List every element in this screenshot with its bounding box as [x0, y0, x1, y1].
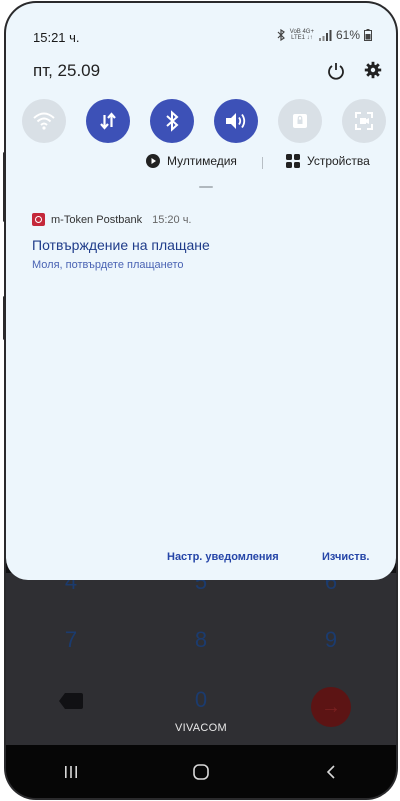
bluetooth-status-icon	[277, 29, 285, 41]
home-button[interactable]	[171, 752, 231, 792]
wifi-icon	[33, 112, 55, 130]
postbank-app-icon	[32, 213, 45, 226]
phone-frame: 4 5 6 7 8 9 0 → VIVACOM 15:21 ч. VoB 4G+…	[6, 3, 396, 798]
bluetooth-icon	[166, 110, 179, 132]
dial-key-7[interactable]: 7	[41, 627, 101, 653]
status-icons: VoB 4G+ LTE1 ↓↑ 61%	[276, 28, 372, 42]
dial-key-9[interactable]: 9	[301, 627, 361, 653]
backspace-button[interactable]	[41, 687, 101, 727]
devices-grid-icon	[286, 154, 300, 168]
wifi-toggle[interactable]	[22, 99, 66, 143]
dial-key-0[interactable]: 0	[171, 687, 231, 727]
notification-item[interactable]: m-Token Postbank 15:20 ч. Потвърждение н…	[32, 213, 372, 271]
divider	[262, 157, 263, 169]
carrier-label: VIVACOM	[174, 722, 227, 734]
home-icon	[193, 763, 209, 780]
clear-all-button[interactable]: Изчиств.	[322, 551, 369, 563]
quick-settings-row	[22, 99, 386, 143]
media-button[interactable]: Мултимедия	[146, 154, 237, 168]
speaker-icon	[226, 113, 246, 129]
notification-time: 15:20 ч.	[152, 213, 192, 226]
navigation-bar	[6, 745, 396, 798]
back-icon	[326, 764, 335, 779]
notification-settings-button[interactable]: Настр. уведомления	[167, 551, 279, 563]
gear-icon[interactable]	[364, 61, 382, 79]
bluetooth-toggle[interactable]	[150, 99, 194, 143]
call-button[interactable]: →	[301, 687, 361, 727]
arrow-right-icon: →	[311, 687, 351, 727]
battery-icon	[364, 29, 372, 41]
dial-key-8[interactable]: 8	[171, 627, 231, 653]
sound-toggle[interactable]	[214, 99, 258, 143]
dialer-background: 4 5 6 7 8 9 0 →	[6, 569, 396, 745]
media-devices-row: Мултимедия Устройства	[6, 154, 396, 172]
play-circle-icon	[146, 154, 160, 168]
notification-title: Потвърждение на плащане	[32, 237, 210, 253]
notification-header: m-Token Postbank 15:20 ч.	[32, 213, 372, 226]
power-icon[interactable]	[326, 61, 346, 81]
mobile-data-toggle[interactable]	[86, 99, 130, 143]
drag-handle[interactable]	[199, 186, 213, 188]
notification-shade: 15:21 ч. VoB 4G+ LTE1 ↓↑ 61% пт, 25.09 М…	[6, 3, 396, 580]
back-button[interactable]	[301, 752, 361, 792]
signal-icon	[318, 29, 332, 41]
lock-screen-toggle[interactable]	[278, 99, 322, 143]
data-transfer-icon	[100, 112, 116, 130]
screen-capture-toggle[interactable]	[342, 99, 386, 143]
media-label: Мултимедия	[167, 154, 237, 168]
devices-label: Устройства	[307, 154, 370, 168]
date-label: пт, 25.09	[33, 61, 101, 80]
notification-body: Моля, потвърдете плащането	[32, 259, 184, 271]
backspace-icon	[59, 693, 83, 709]
screen-capture-icon	[355, 112, 373, 130]
network-type: VoB 4G+ LTE1 ↓↑	[289, 29, 314, 41]
lock-icon	[293, 114, 307, 128]
devices-button[interactable]: Устройства	[286, 154, 370, 168]
notification-app-name: m-Token Postbank	[51, 213, 143, 226]
status-time: 15:21 ч.	[33, 30, 80, 45]
recents-button[interactable]	[41, 752, 101, 792]
battery-percent: 61%	[335, 28, 360, 42]
recents-icon	[65, 765, 77, 778]
